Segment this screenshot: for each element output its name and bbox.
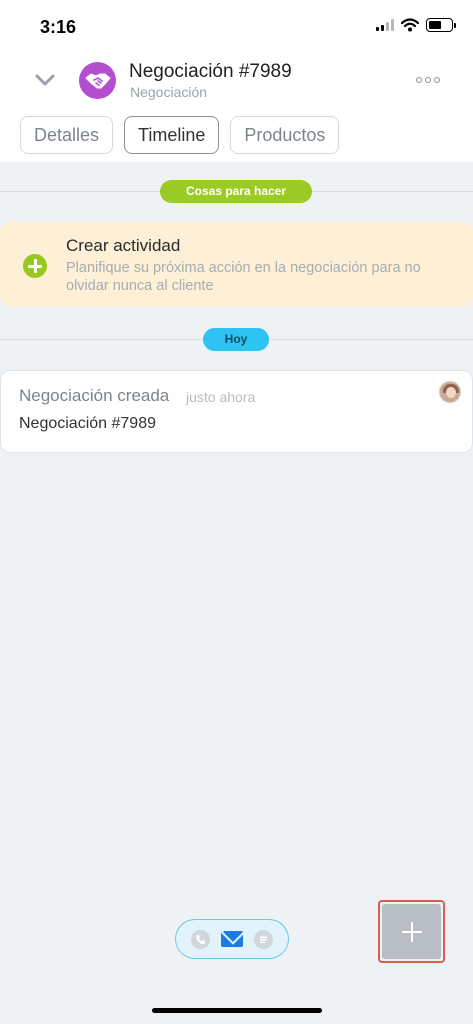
timeline-event-card[interactable] [0, 370, 473, 453]
todo-section-pill: Cosas para hacer [160, 180, 312, 203]
chevron-down-icon[interactable] [33, 70, 57, 90]
status-icons [376, 18, 456, 32]
mail-icon[interactable] [220, 931, 243, 947]
tab-productos[interactable]: Productos [230, 116, 340, 154]
phone-icon[interactable] [191, 929, 211, 949]
status-time: 3:16 [40, 17, 77, 37]
create-activity-title[interactable]: Crear actividad [66, 236, 180, 256]
tab-timeline[interactable]: Timeline [124, 116, 220, 154]
chat-icon[interactable] [253, 929, 273, 949]
home-indicator[interactable] [152, 1008, 322, 1013]
deal-title: Negociación #7989 [129, 61, 292, 82]
event-time: justo ahora [186, 389, 256, 405]
handshake-icon [85, 73, 110, 88]
tab-detalles[interactable]: Detalles [20, 116, 114, 154]
event-body: Negociación #7989 [19, 415, 156, 432]
deal-avatar [79, 62, 116, 99]
battery-icon [426, 18, 456, 32]
tab-bar: Detalles Timeline Productos [20, 116, 340, 154]
plus-icon[interactable] [382, 904, 441, 959]
event-title: Negociación creada [19, 386, 170, 405]
more-dots-icon[interactable] [416, 77, 440, 83]
today-section-pill: Hoy [203, 328, 269, 351]
signal-icon [376, 19, 394, 31]
quick-actions-bar [175, 919, 289, 959]
create-activity-description: Planifique su próxima acción en la negoc… [66, 260, 421, 294]
wifi-icon [401, 18, 419, 32]
deal-subtitle: Negociación [130, 84, 208, 100]
user-avatar[interactable] [439, 381, 461, 403]
add-circle-icon[interactable] [23, 254, 47, 278]
